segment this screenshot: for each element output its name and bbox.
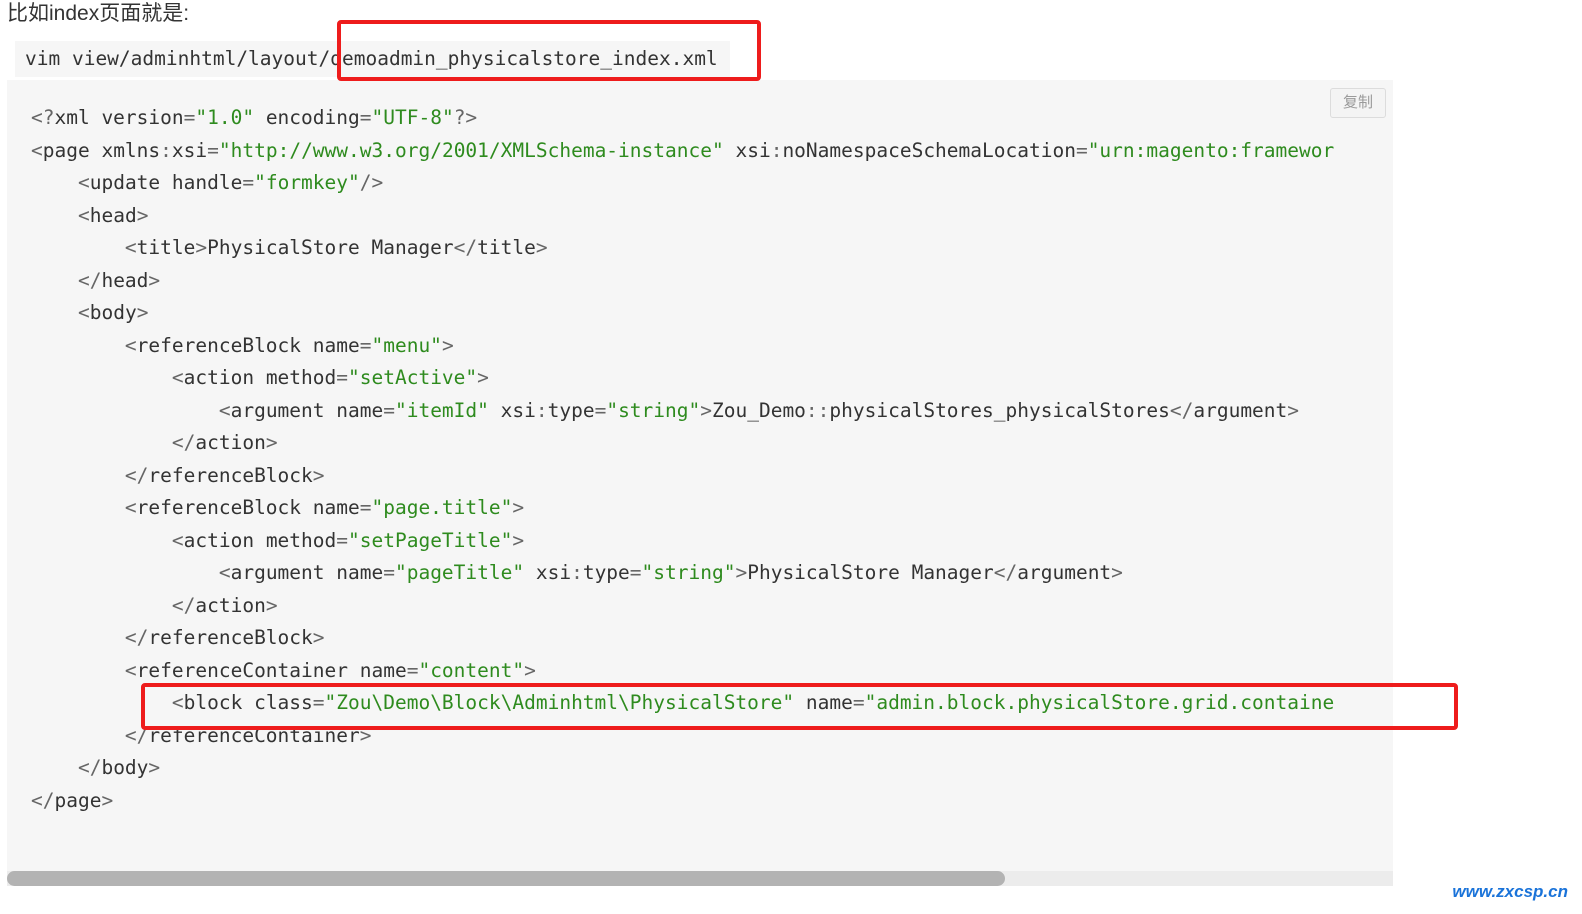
code-line: </action> <box>171 431 278 454</box>
code-line: <referenceBlock name="menu"> <box>124 333 454 357</box>
copy-button[interactable]: 复制 <box>1330 88 1386 118</box>
code-line: <?xml version="1.0" encoding="UTF-8"?> <box>31 106 478 129</box>
code-line: <argument name="itemId" xsi:type="string… <box>218 398 1300 422</box>
block-line-highlight-box <box>141 683 1458 730</box>
code-line: </referenceBlock> <box>124 463 325 487</box>
filename-highlight-box <box>337 20 761 81</box>
command-prefix: vim view/adminhtml/layout/ <box>25 47 331 70</box>
code-line: <action method="setPageTitle"> <box>171 528 525 552</box>
code-line: </body> <box>77 756 161 779</box>
intro-text: 比如index页面就是: <box>7 2 190 25</box>
code-line: <argument name="pageTitle" xsi:type="str… <box>218 561 1123 584</box>
code-block: 复制 <?xml version="1.0" encoding="UTF-8"?… <box>7 80 1393 886</box>
code-line: </page> <box>31 788 114 812</box>
code-line: <title>PhysicalStore Manager</title> <box>124 236 548 259</box>
code-line: <update handle="formkey"/> <box>77 171 384 194</box>
horizontal-scrollbar[interactable] <box>7 871 1393 886</box>
code-line: </referenceBlock> <box>124 626 325 649</box>
code-line: <body> <box>77 301 149 324</box>
code-line: <action method="setActive"> <box>171 366 489 389</box>
code-line: <referenceBlock name="page.title"> <box>124 496 525 519</box>
code-line: <page xmlns:xsi="http://www.w3.org/2001/… <box>31 138 1335 162</box>
code-line: </head> <box>77 268 161 292</box>
code-line: <head> <box>77 203 149 227</box>
code-line: </action> <box>171 593 278 617</box>
scrollbar-thumb[interactable] <box>7 871 1005 886</box>
watermark: www.zxcsp.cn <box>1452 882 1568 901</box>
